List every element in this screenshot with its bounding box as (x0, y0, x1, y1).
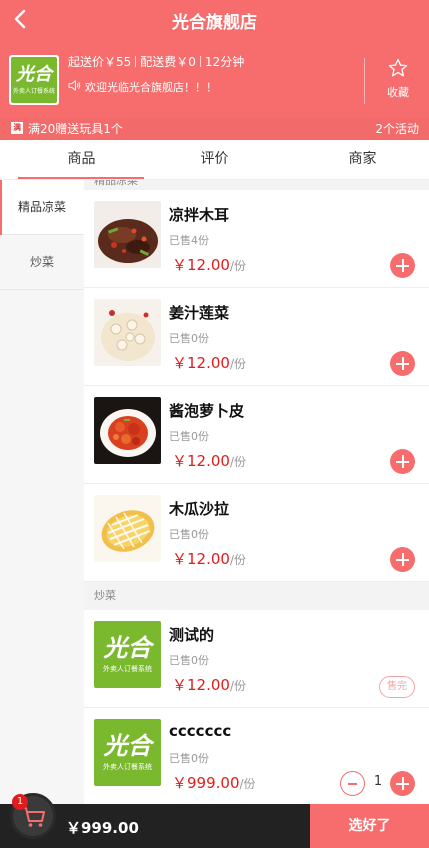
section-header-cold-dishes: 精品凉菜 (84, 180, 429, 190)
price-unit: /份 (229, 553, 246, 567)
promo-tag-icon: 满 (11, 122, 23, 134)
quantity-value: 1 (373, 774, 383, 789)
logo-text: 光合 (103, 731, 152, 760)
logo-text: 光合 (103, 633, 152, 662)
divider (135, 56, 137, 67)
product-image: 光合 外卖人订餐系统 (94, 719, 161, 786)
product-image (94, 299, 161, 366)
notice-text: 欢迎光临光合旗舰店！！！ (85, 81, 217, 94)
product-name: ccccccc (169, 722, 232, 740)
logo-subtext: 外卖人订餐系统 (103, 762, 152, 771)
price-unit: /份 (229, 259, 246, 273)
tab-bar: 商品 评价 商家 (0, 140, 429, 180)
divider (364, 58, 365, 104)
price-value: ￥12.00 (172, 452, 230, 470)
product-image (94, 495, 161, 562)
delivery-fee-text: 配送费￥0 (140, 55, 196, 69)
product-name: 凉拌木耳 (169, 206, 230, 224)
star-icon (388, 58, 408, 77)
cart-total: ￥999.00 (66, 819, 139, 837)
product-sold-count: 已售0份 (169, 752, 209, 765)
shop-logo-text: 光合 (16, 63, 52, 85)
promotion-bar[interactable]: 满 满20赠送玩具1个 2个活动 (0, 118, 429, 140)
placeholder-logo: 光合 外卖人订餐系统 (94, 621, 161, 688)
speaker-icon (68, 80, 81, 91)
add-to-cart-button[interactable] (390, 253, 415, 278)
add-to-cart-button[interactable] (390, 449, 415, 474)
add-to-cart-button[interactable] (390, 547, 415, 572)
product-image: 光合 外卖人订餐系统 (94, 621, 161, 688)
promo-text: 满20赠送玩具1个 (28, 122, 123, 136)
product-list[interactable]: 精品凉菜 凉拌木耳 已售4份 ￥12.00/份 姜汁莲菜 已售0份 ￥12.00… (84, 180, 429, 804)
delivery-time-text: 12分钟 (204, 55, 245, 69)
add-to-cart-button[interactable] (390, 771, 415, 796)
sold-out-badge: 售完 (379, 676, 415, 698)
product-price: ￥12.00/份 (172, 352, 246, 373)
price-value: ￥12.00 (172, 676, 230, 694)
tab-products[interactable]: 商品 (10, 140, 153, 180)
product-item[interactable]: 木瓜沙拉 已售0份 ￥12.00/份 (84, 484, 429, 582)
min-order-text: 起送价￥55 (68, 55, 132, 69)
product-sold-count: 已售0份 (169, 654, 209, 667)
price-value: ￥12.00 (172, 256, 230, 274)
product-item[interactable]: 光合 外卖人订餐系统 ccccccc 已售0份 ￥999.00/份 1 (84, 708, 429, 804)
add-to-cart-button[interactable] (390, 351, 415, 376)
product-sold-count: 已售0份 (169, 528, 209, 541)
product-image (94, 397, 161, 464)
product-price: ￥12.00/份 (172, 254, 246, 275)
placeholder-logo: 光合 外卖人订餐系统 (94, 719, 161, 786)
tab-merchant[interactable]: 商家 (291, 140, 429, 180)
price-value: ￥12.00 (172, 354, 230, 372)
category-item-stir-fry[interactable]: 炒菜 (0, 235, 84, 290)
shop-delivery-info: 起送价￥55 配送费￥0 12分钟 (68, 53, 244, 71)
price-unit: /份 (229, 455, 246, 469)
logo-subtext: 外卖人订餐系统 (103, 664, 152, 673)
price-value: ￥999.00 (172, 774, 240, 792)
checkout-button[interactable]: 选好了 (310, 804, 429, 848)
favorite-button[interactable]: 收藏 (372, 58, 424, 100)
tab-reviews[interactable]: 评价 (143, 140, 286, 180)
category-sidebar: 精品凉菜 炒菜 (0, 180, 84, 804)
product-item[interactable]: 凉拌木耳 已售4份 ￥12.00/份 (84, 190, 429, 288)
product-item[interactable]: 光合 外卖人订餐系统 测试的 已售0份 ￥12.00/份 售完 (84, 610, 429, 708)
page-title: 光合旗舰店 (172, 13, 257, 33)
section-header-stir-fry: 炒菜 (84, 582, 429, 610)
price-unit: /份 (239, 777, 256, 791)
active-tab-indicator (18, 177, 144, 179)
favorite-label: 收藏 (387, 86, 409, 99)
divider (199, 56, 201, 67)
product-item[interactable]: 酱泡萝卜皮 已售0份 ￥12.00/份 (84, 386, 429, 484)
product-name: 酱泡萝卜皮 (169, 402, 245, 420)
product-image (94, 201, 161, 268)
price-unit: /份 (229, 357, 246, 371)
product-item[interactable]: 姜汁莲菜 已售0份 ￥12.00/份 (84, 288, 429, 386)
shop-logo-subtext: 外卖人订餐系统 (12, 87, 55, 95)
product-name: 木瓜沙拉 (169, 500, 230, 518)
decrease-quantity-button[interactable] (340, 771, 365, 796)
price-value: ￥12.00 (172, 550, 230, 568)
product-sold-count: 已售0份 (169, 332, 209, 345)
product-name: 测试的 (169, 626, 215, 644)
product-sold-count: 已售4份 (169, 234, 209, 247)
activities-count[interactable]: 2个活动 (375, 120, 419, 137)
cart-count-badge: 1 (12, 794, 28, 810)
product-sold-count: 已售0份 (169, 430, 209, 443)
product-price: ￥12.00/份 (172, 548, 246, 569)
product-name: 姜汁莲菜 (169, 304, 230, 322)
product-price: ￥999.00/份 (172, 772, 256, 793)
shop-notice: 欢迎光临光合旗舰店！！！ (68, 79, 217, 97)
product-price: ￥12.00/份 (172, 674, 246, 695)
category-item-cold-dishes[interactable]: 精品凉菜 (0, 180, 84, 235)
price-unit: /份 (229, 679, 246, 693)
shop-logo: 光合 外卖人订餐系统 (9, 55, 59, 105)
product-price: ￥12.00/份 (172, 450, 246, 471)
